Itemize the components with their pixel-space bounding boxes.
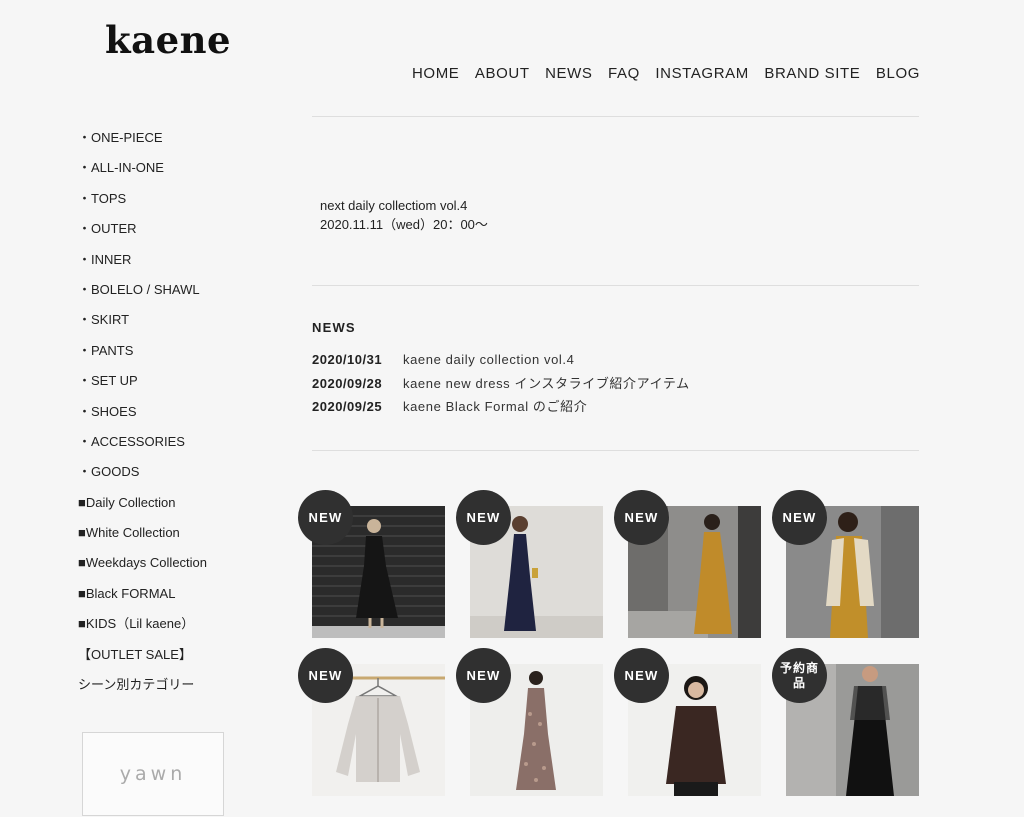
news-item[interactable]: 2020/09/25 kaene Black Formal のご紹介 <box>312 398 690 422</box>
new-badge: NEW <box>772 490 827 545</box>
divider <box>312 116 919 117</box>
category-link[interactable]: ・SKIRT <box>78 311 278 341</box>
news-heading: NEWS <box>312 320 356 335</box>
category-link[interactable]: ・INNER <box>78 251 278 281</box>
category-link[interactable]: ・GOODS <box>78 463 278 493</box>
category-link[interactable]: ・TOPS <box>78 190 278 220</box>
announcement-title: next daily collectiom vol.4 <box>320 198 468 213</box>
category-link[interactable]: ・ONE-PIECE <box>78 129 278 159</box>
top-nav: HOME ABOUT NEWS FAQ INSTAGRAM BRAND SITE… <box>412 65 920 82</box>
product-card[interactable]: NEW <box>298 648 445 796</box>
nav-home[interactable]: HOME <box>412 65 459 82</box>
new-badge: NEW <box>456 490 511 545</box>
category-link[interactable]: ・OUTER <box>78 220 278 250</box>
nav-blog[interactable]: BLOG <box>876 65 920 82</box>
scene-category-link[interactable]: シーン別カテゴリー <box>78 676 278 706</box>
category-link[interactable]: ・ALL-IN-ONE <box>78 159 278 189</box>
outlet-sale-link[interactable]: 【OUTLET SALE】 <box>78 646 278 676</box>
brand-logo[interactable]: kaene <box>105 18 231 62</box>
news-date: 2020/09/28 <box>312 375 383 391</box>
divider <box>312 450 919 451</box>
product-card[interactable]: NEW <box>456 490 603 638</box>
category-link[interactable]: ・SHOES <box>78 403 278 433</box>
announcement: next daily collectiom vol.4 2020.11.11（w… <box>320 196 488 234</box>
category-link[interactable]: ・SET UP <box>78 372 278 402</box>
reservation-badge: 予約商品 <box>772 648 827 703</box>
divider <box>312 285 919 286</box>
collection-link[interactable]: ■White Collection <box>78 524 278 554</box>
category-sidebar: ・ONE-PIECE ・ALL-IN-ONE ・TOPS ・OUTER ・INN… <box>78 129 278 706</box>
product-card[interactable]: NEW <box>298 490 445 638</box>
news-item[interactable]: 2020/09/28 kaene new dress インスタライブ紹介アイテム <box>312 375 690 399</box>
nav-news[interactable]: NEWS <box>545 65 592 82</box>
new-badge: NEW <box>614 490 669 545</box>
news-list: 2020/10/31 kaene daily collection vol.4 2… <box>312 351 690 422</box>
news-title: kaene Black Formal のご紹介 <box>403 399 588 414</box>
product-card[interactable]: NEW <box>772 490 919 638</box>
category-link[interactable]: ・PANTS <box>78 342 278 372</box>
collection-link[interactable]: ■KIDS（Lil kaene） <box>78 615 278 645</box>
product-card[interactable]: 予約商品 <box>772 648 919 796</box>
collection-link[interactable]: ■Black FORMAL <box>78 585 278 615</box>
collection-link[interactable]: ■Daily Collection <box>78 494 278 524</box>
yawn-banner[interactable]: yawn <box>82 732 224 816</box>
collection-link[interactable]: ■Weekdays Collection <box>78 554 278 584</box>
announcement-date: 2020.11.11（wed）20：00〜 <box>320 217 488 232</box>
product-card[interactable]: NEW <box>456 648 603 796</box>
new-badge: NEW <box>298 490 353 545</box>
product-card[interactable]: NEW <box>614 490 761 638</box>
news-date: 2020/10/31 <box>312 352 383 367</box>
nav-about[interactable]: ABOUT <box>475 65 530 82</box>
nav-instagram[interactable]: INSTAGRAM <box>655 65 748 82</box>
new-badge: NEW <box>298 648 353 703</box>
product-card[interactable]: NEW <box>614 648 761 796</box>
news-title: kaene new dress インスタライブ紹介アイテム <box>403 375 690 391</box>
nav-brand-site[interactable]: BRAND SITE <box>764 65 860 82</box>
news-item[interactable]: 2020/10/31 kaene daily collection vol.4 <box>312 351 690 375</box>
new-badge: NEW <box>456 648 511 703</box>
news-title: kaene daily collection vol.4 <box>403 352 575 367</box>
nav-faq[interactable]: FAQ <box>608 65 640 82</box>
category-link[interactable]: ・BOLELO / SHAWL <box>78 281 278 311</box>
new-badge: NEW <box>614 648 669 703</box>
category-link[interactable]: ・ACCESSORIES <box>78 433 278 463</box>
news-date: 2020/09/25 <box>312 399 383 414</box>
